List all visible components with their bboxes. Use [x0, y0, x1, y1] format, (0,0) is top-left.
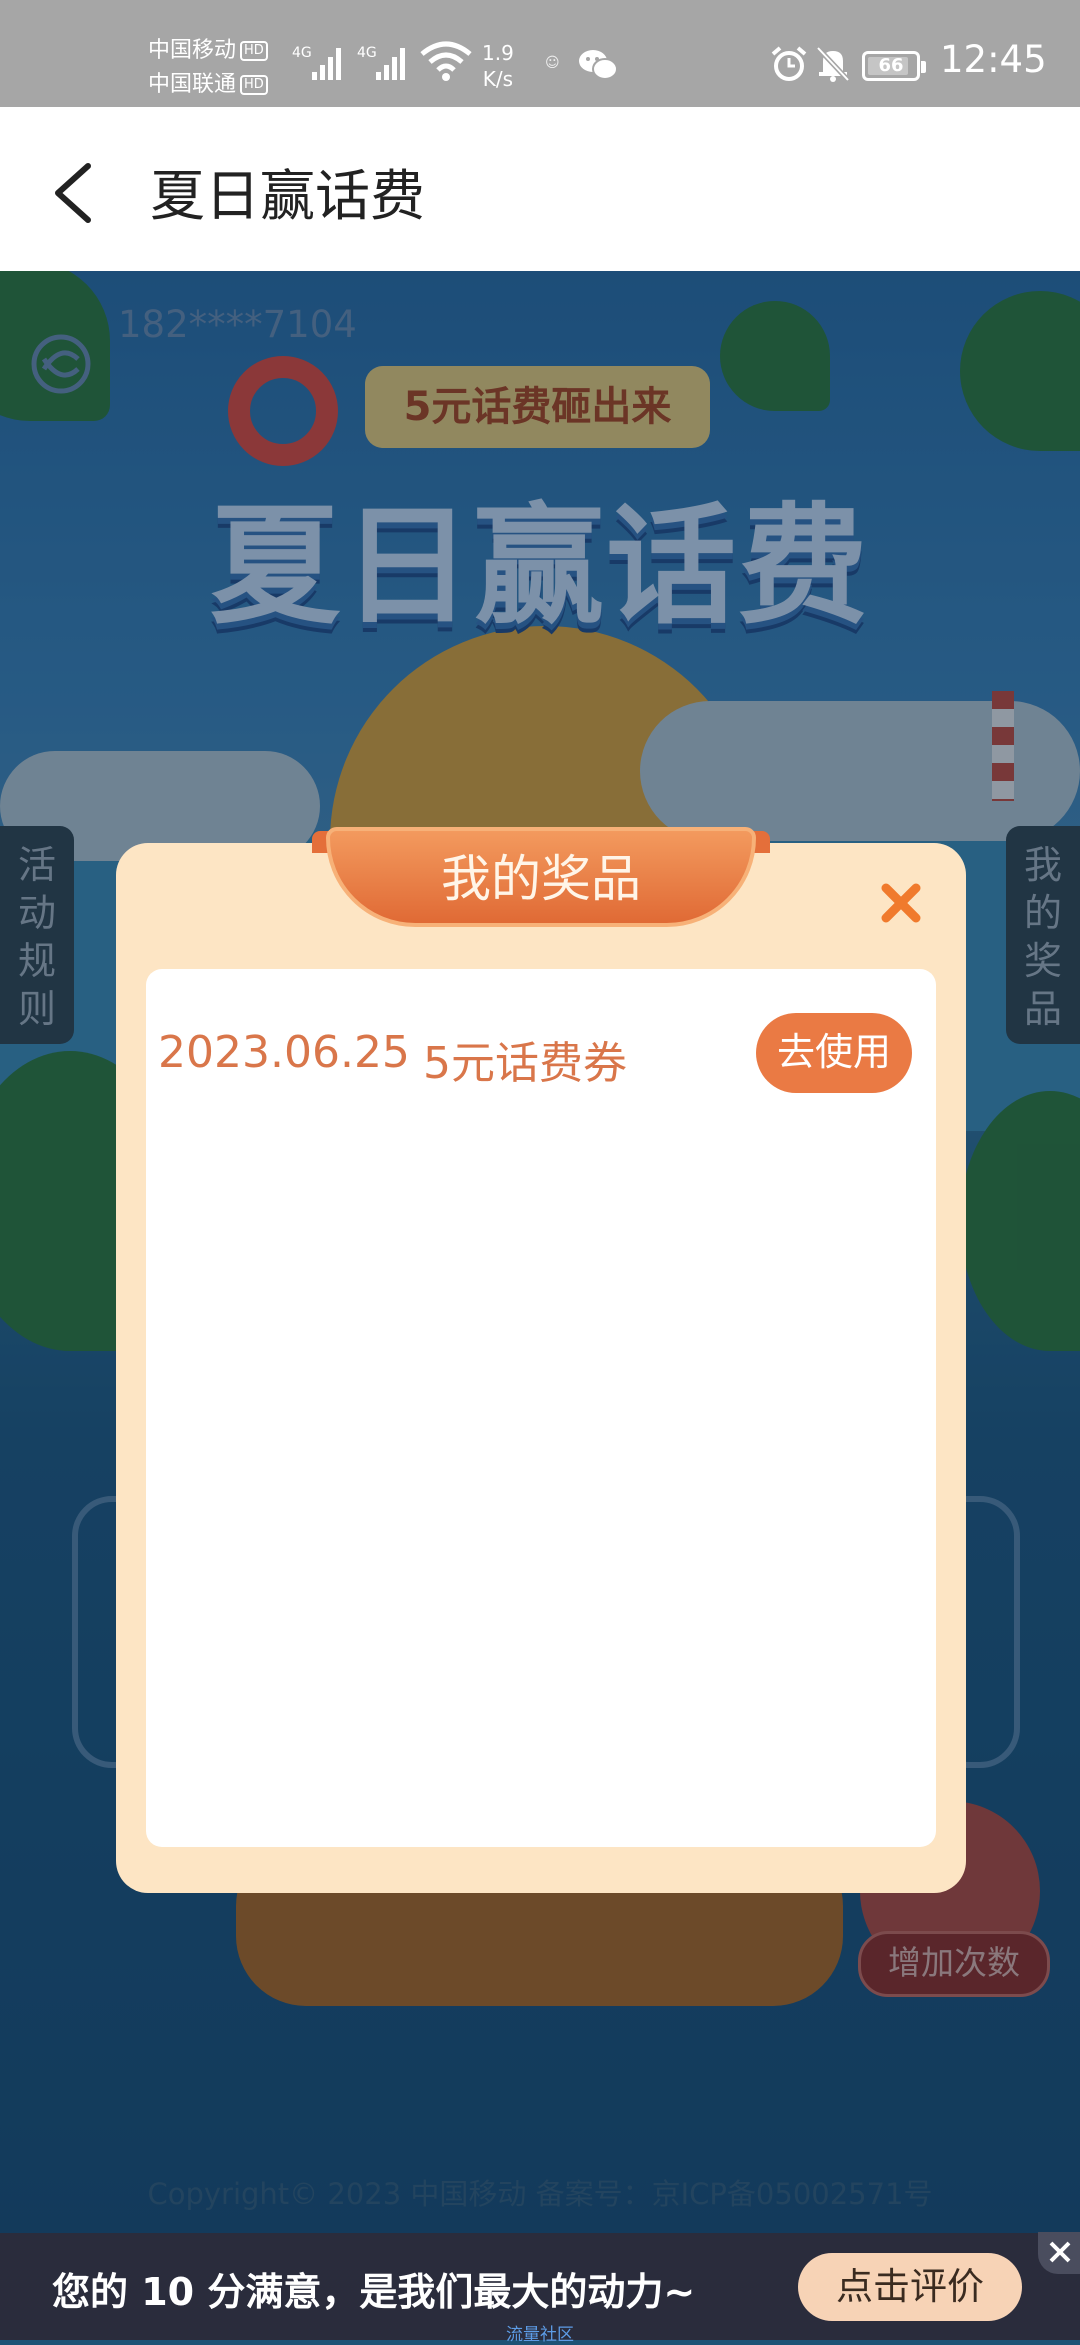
wifi-icon: [420, 41, 472, 81]
network-type-2: 4G: [357, 45, 377, 61]
prize-name: 5元话费券: [423, 1038, 627, 1089]
community-label: 流量社区: [506, 2325, 574, 2345]
prize-list: 2023.06.25 5元话费券 去使用: [146, 969, 936, 1847]
rating-prompt: 您的 10 分满意，是我们最大的动力~: [52, 2270, 696, 2314]
banner-close-button[interactable]: [1038, 2232, 1080, 2274]
status-bar: 中国移动 HD 中国联通 HD 4G 4G 1.9 K/s ☺ 66 12:45: [0, 0, 1080, 107]
battery-level: 66: [878, 55, 904, 76]
signal-icon: [376, 44, 410, 80]
modal-title: 我的奖品: [441, 850, 641, 908]
carrier-2: 中国联通: [148, 72, 237, 97]
close-icon[interactable]: [876, 878, 926, 928]
rate-button[interactable]: 点击评价: [798, 2253, 1022, 2321]
battery-icon: 66: [862, 51, 926, 81]
use-coupon-button[interactable]: 去使用: [756, 1013, 912, 1093]
hd-badge: HD: [240, 75, 268, 95]
clock: 12:45: [940, 38, 1047, 81]
carrier-1: 中国移动: [148, 38, 237, 63]
signal-icon: [312, 44, 346, 80]
carrier-info: 中国移动 HD 中国联通 HD: [148, 34, 268, 102]
back-arrow-icon[interactable]: [50, 162, 94, 224]
speed-unit: K/s: [482, 67, 514, 91]
page-title: 夏日赢话费: [150, 164, 426, 228]
modal-title-ribbon: 我的奖品: [326, 827, 756, 927]
my-prizes-modal: 我的奖品 2023.06.25 5元话费券 去使用: [116, 827, 966, 1893]
mute-bell-icon: [816, 46, 850, 82]
close-icon: [1049, 2241, 1071, 2263]
alarm-icon: [771, 46, 807, 81]
network-type-1: 4G: [292, 45, 312, 61]
wechat-icon: [579, 50, 618, 80]
network-speed: 1.9 K/s: [482, 40, 514, 92]
speed-value: 1.9: [482, 41, 514, 65]
hd-badge: HD: [240, 41, 268, 61]
prize-date: 2023.06.25: [158, 1027, 410, 1078]
notification-dot-icon: ☺: [545, 55, 560, 71]
page-header: 夏日赢话费: [0, 107, 1080, 271]
